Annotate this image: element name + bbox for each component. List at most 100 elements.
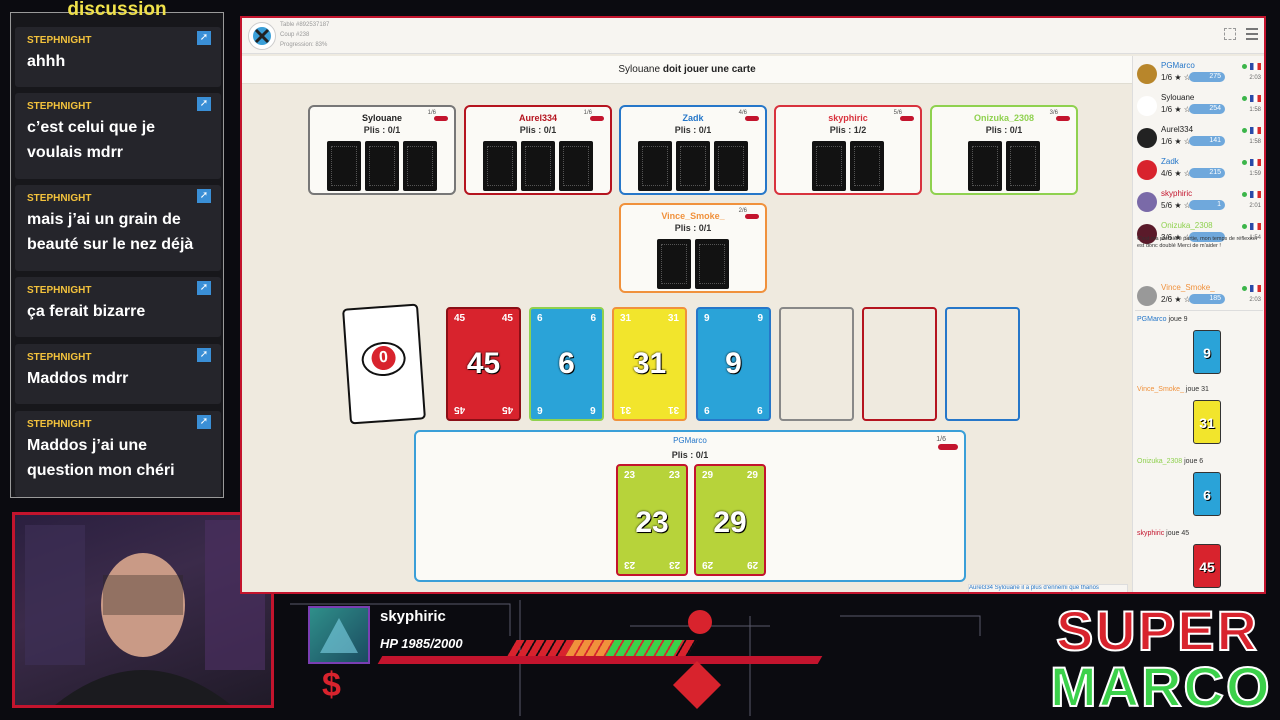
game-board: Sylouane Plis : 0/1 1/6 Aurel334 Plis : 0/1 1… — [242, 85, 1132, 592]
side-player-time: 2:01 — [1249, 203, 1261, 209]
log-entry: PGMarco joue 9 — [1137, 316, 1261, 323]
fullscreen-icon[interactable] — [1224, 28, 1236, 40]
side-player-row[interactable]: Vince_Smoke_ 2/6 ★ ☆ 185 2:03 — [1137, 282, 1261, 310]
game-topbar: Table #892537187 Coup #238 Progression: … — [242, 18, 1264, 54]
card-corner-value: 45 — [501, 313, 513, 324]
hp-bar-high — [605, 640, 685, 656]
chat-text: Maddos mdrr — [27, 370, 129, 387]
status-player: Sylouane — [618, 64, 661, 75]
chili-icon — [745, 214, 759, 219]
reply-icon[interactable]: ➚ — [197, 97, 211, 111]
reply-icon[interactable]: ➚ — [197, 281, 211, 295]
reply-icon[interactable]: ➚ — [197, 31, 211, 45]
log-card: 45 — [1193, 544, 1221, 588]
chat-title: discussion — [67, 0, 167, 20]
chat-message: STEPHNIGHT c’est celui que je voulais mdr… — [15, 93, 221, 179]
side-player-row[interactable]: Zadk 4/6 ★ ☆ 215 1:59 — [1137, 156, 1261, 184]
side-player-score: 4/6 ★ ☆ — [1161, 169, 1191, 178]
hand-card[interactable]: 23 23 23 23 23 — [616, 464, 688, 576]
card-corner-value: 31 — [667, 404, 679, 415]
log-card: 9 — [1193, 330, 1221, 374]
opponent-panel: Sylouane Plis : 0/1 1/6 — [308, 105, 456, 195]
rank-badge: 215 — [1189, 168, 1225, 178]
reply-icon[interactable]: ➚ — [197, 348, 211, 362]
stream-hud: skyphiric HP 1985/2000 $ SUPER MARCO — [280, 596, 1280, 720]
flag-fr-icon — [1250, 223, 1261, 230]
rank-badge: 1 — [1189, 200, 1225, 210]
onizuka-note: C'est ma première partie, mon temps de r… — [1137, 236, 1258, 249]
empty-card-slot — [862, 307, 937, 421]
chat-text: Maddos j’ai une question mon chéri — [27, 437, 175, 479]
card-back — [812, 141, 846, 191]
card-back — [521, 141, 555, 191]
side-player-name: PGMarco — [1161, 61, 1195, 70]
side-player-row[interactable]: skyphiric 5/6 ★ ☆ 1 2:01 — [1137, 188, 1261, 216]
trump-card: 0 — [342, 303, 426, 425]
card-back — [850, 141, 884, 191]
opponent-panel: Onizuka_2308 Plis : 0/1 3/6 — [930, 105, 1078, 195]
avatar — [1137, 96, 1157, 116]
chat-text: ça ferait bizarre — [27, 303, 146, 320]
side-player-score: 5/6 ★ ☆ — [1161, 201, 1191, 210]
card-corner-value: 9 — [704, 313, 710, 324]
side-player-name: Zadk — [1161, 157, 1179, 166]
reply-icon[interactable]: ➚ — [197, 189, 211, 203]
rank-badge: 254 — [1189, 104, 1225, 114]
card-corner-value: 23 — [624, 470, 636, 481]
chat-message: STEPHNIGHT Maddos j’ai une question mon c… — [15, 411, 221, 497]
opponent-plis: Plis : 1/2 — [829, 125, 867, 135]
card-corner-value: 29 — [702, 559, 714, 570]
opponent-score: 4/6 — [738, 110, 747, 116]
opponent-score: 5/6 — [893, 110, 902, 116]
card-value: 31 — [632, 347, 667, 380]
played-card: 9 9 9 9 9 — [696, 307, 771, 421]
opponent-panel: Aurel334 Plis : 0/1 1/6 — [464, 105, 612, 195]
chat-panel: STEPHNIGHT ahhh ➚ STEPHNIGHT c’est celui que… — [10, 12, 224, 498]
rank-badge: 275 — [1189, 72, 1225, 82]
opponent-plis: Plis : 0/1 — [363, 125, 401, 135]
played-card: 45 45 45 45 45 — [446, 307, 521, 421]
card-corner-value: 23 — [624, 559, 636, 570]
flag-fr-icon — [1250, 159, 1261, 166]
card-value: 6 — [558, 347, 575, 380]
chili-icon — [900, 116, 914, 121]
opponent-panel: skyphiric Plis : 1/2 5/6 — [774, 105, 922, 195]
side-player-row[interactable]: Aurel334 1/6 ★ ☆ 141 1:58 — [1137, 124, 1261, 152]
empty-card-slot — [945, 307, 1020, 421]
menu-icon[interactable] — [1246, 28, 1258, 40]
rank-badge: 185 — [1189, 294, 1225, 304]
opponent-plis: Plis : 0/1 — [674, 125, 712, 135]
played-card: 6 6 6 6 6 — [529, 307, 604, 421]
chat-username: STEPHNIGHT — [27, 352, 92, 363]
card-corner-value: 45 — [501, 404, 513, 415]
reply-icon[interactable]: ➚ — [197, 415, 211, 429]
card-back — [327, 141, 361, 191]
side-player-row[interactable]: Sylouane 1/6 ★ ☆ 254 1:58 — [1137, 92, 1261, 120]
game-logo-icon[interactable] — [248, 22, 276, 50]
online-status-icon — [1242, 286, 1247, 291]
card-corner-value: 6 — [537, 313, 543, 324]
log-player: Onizuka_2308 — [1137, 458, 1183, 465]
turn-status: Sylouane doit jouer une carte — [242, 56, 1132, 84]
chat-username: STEPHNIGHT — [27, 101, 92, 112]
game-window: Table #892537187 Coup #238 Progression: … — [240, 16, 1266, 594]
card-back — [483, 141, 517, 191]
hand-card[interactable]: 29 29 29 29 29 — [694, 464, 766, 576]
hand-player-name: PGMarco — [673, 436, 707, 445]
card-corner-value: 6 — [590, 313, 596, 324]
card-value: 9 — [725, 347, 742, 380]
card-corner-value: 9 — [704, 404, 710, 415]
chili-icon — [590, 116, 604, 121]
table-info: Table #892537187 Coup #238 Progression: … — [280, 20, 329, 50]
flag-fr-icon — [1250, 95, 1261, 102]
status-text: doit jouer une carte — [660, 64, 756, 75]
log-card: 31 — [1193, 400, 1221, 444]
card-back — [559, 141, 593, 191]
chat-text: mais j’ai un grain de beauté sur le nez … — [27, 211, 194, 253]
opponent-plis: Plis : 0/1 — [985, 125, 1023, 135]
card-corner-value: 6 — [537, 404, 543, 415]
side-player-time: 2:03 — [1249, 75, 1261, 81]
side-player-row[interactable]: PGMarco 1/6 ★ ☆ 275 2:03 — [1137, 60, 1261, 88]
chat-username: STEPHNIGHT — [27, 193, 92, 204]
card-back — [676, 141, 710, 191]
